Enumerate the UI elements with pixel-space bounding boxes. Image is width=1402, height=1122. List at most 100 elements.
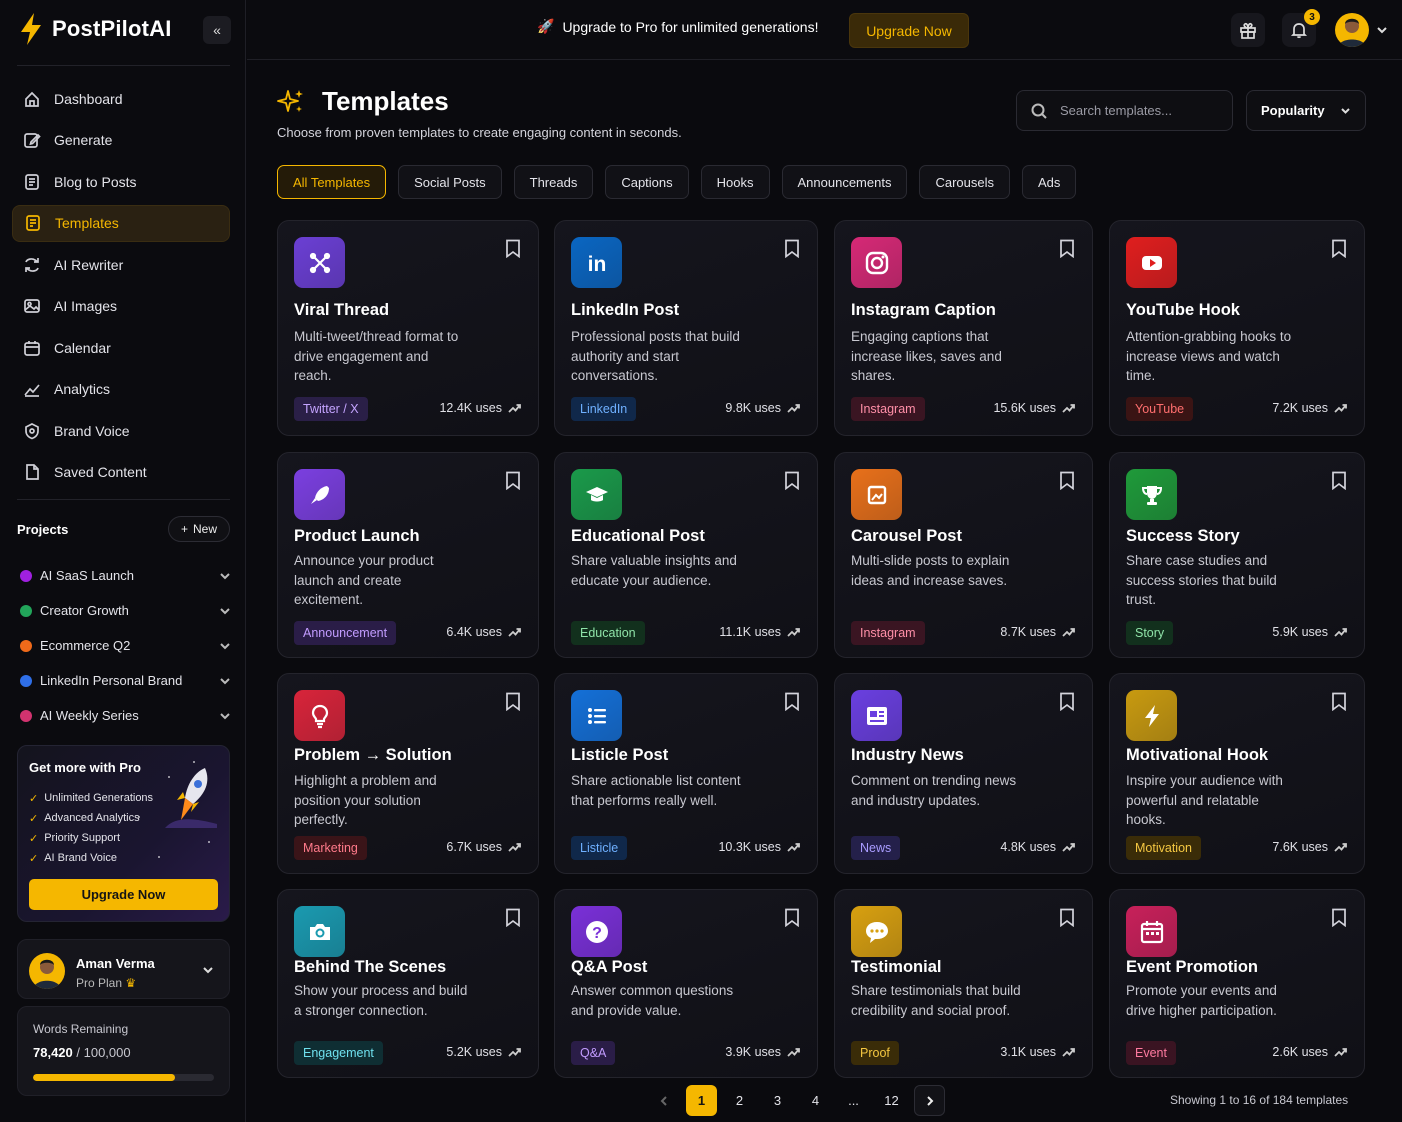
bell-icon	[1290, 23, 1308, 39]
instagram-icon	[865, 251, 888, 274]
chevron-down-icon[interactable]	[218, 709, 232, 723]
bookmark-icon[interactable]	[1059, 692, 1075, 711]
page-button[interactable]: 4	[800, 1085, 831, 1116]
user-profile-card[interactable]: Aman Verma Pro Plan ♛	[17, 939, 230, 999]
sidebar-item-saved-content[interactable]: Saved Content	[12, 454, 230, 491]
project-name: Ecommerce Q2	[40, 638, 131, 653]
page-button[interactable]: 12	[876, 1085, 907, 1116]
template-card-industry-news[interactable]: Industry News Comment on trending news an…	[834, 673, 1093, 874]
bookmark-icon[interactable]	[505, 692, 521, 711]
sidebar-item-calendar[interactable]: Calendar	[12, 329, 230, 366]
template-card-youtube-hook[interactable]: YouTube Hook Attention-grabbing hooks to …	[1109, 220, 1365, 436]
new-project-button[interactable]: + New	[167, 516, 230, 542]
template-card-success-story[interactable]: Success Story Share case studies and succ…	[1109, 452, 1365, 658]
sidebar-item-templates[interactable]: Templates	[12, 204, 230, 242]
topbar: 🚀 Upgrade to Pro for unlimited generatio…	[247, 0, 1402, 60]
template-card-listicle-post[interactable]: Listicle Post Share actionable list conte…	[554, 673, 818, 874]
project-item[interactable]: LinkedIn Personal Brand	[17, 663, 232, 698]
bookmark-icon[interactable]	[505, 239, 521, 258]
search-input[interactable]	[1060, 103, 1210, 118]
page-button[interactable]: 2	[724, 1085, 755, 1116]
template-card-q-a-post[interactable]: ? Q&A Post Answer common questions and pro…	[554, 889, 818, 1078]
tab-captions[interactable]: Captions	[605, 165, 689, 199]
sort-select[interactable]: Popularity	[1246, 90, 1366, 131]
bookmark-icon[interactable]	[784, 908, 800, 927]
sidebar-item-label: Templates	[55, 215, 119, 231]
template-icon-tile	[571, 690, 622, 741]
page-button[interactable]: 1	[686, 1085, 717, 1116]
bookmark-icon[interactable]	[784, 471, 800, 490]
template-card-motivational-hook[interactable]: Motivational Hook Inspire your audience w…	[1109, 673, 1365, 874]
chevron-down-icon[interactable]	[218, 569, 232, 583]
template-card-product-launch[interactable]: Product Launch Announce your product laun…	[277, 452, 539, 658]
analytics-icon	[24, 384, 40, 397]
chevron-down-icon[interactable]	[218, 639, 232, 653]
usage-count: 6.7K uses	[446, 840, 502, 854]
sidebar-item-generate[interactable]: Generate	[12, 122, 230, 159]
bookmark-icon[interactable]	[1059, 908, 1075, 927]
collapse-sidebar-button[interactable]: «	[203, 16, 231, 44]
bookmark-icon[interactable]	[1059, 239, 1075, 258]
sidebar-item-ai-rewriter[interactable]: AI Rewriter	[12, 246, 230, 283]
next-page-button[interactable]	[914, 1085, 945, 1116]
template-usage: 5.9K uses	[1272, 625, 1347, 639]
template-card-behind-the-scenes[interactable]: Behind The Scenes Show your process and b…	[277, 889, 539, 1078]
template-card-linkedin-post[interactable]: in LinkedIn Post Professional posts that b…	[554, 220, 818, 436]
user-avatar-icon	[1338, 18, 1366, 47]
bookmark-icon[interactable]	[505, 471, 521, 490]
logo[interactable]: PostPilotAI	[18, 12, 172, 46]
prev-page-button[interactable]	[648, 1085, 679, 1116]
check-icon: ✓	[29, 832, 39, 845]
template-card-instagram-caption[interactable]: Instagram Caption Engaging captions that …	[834, 220, 1093, 436]
bookmark-icon[interactable]	[1331, 908, 1347, 927]
sidebar-item-dashboard[interactable]: Dashboard	[12, 80, 230, 117]
gift-button[interactable]	[1231, 13, 1265, 47]
tab-threads[interactable]: Threads	[513, 165, 594, 199]
tab-ads[interactable]: Ads	[1021, 165, 1077, 199]
pro-feature-label: AI Brand Voice	[44, 852, 117, 864]
user-avatar-button[interactable]	[1335, 13, 1369, 47]
trending-up-icon	[787, 1047, 800, 1057]
bookmark-icon[interactable]	[784, 239, 800, 258]
tab-carousels[interactable]: Carousels	[919, 165, 1010, 199]
chevron-down-icon[interactable]	[218, 604, 232, 618]
bookmark-icon[interactable]	[505, 908, 521, 927]
template-card-viral-thread[interactable]: Viral Thread Multi-tweet/thread format to…	[277, 220, 539, 436]
project-item[interactable]: Creator Growth	[17, 593, 232, 628]
bookmark-icon[interactable]	[1331, 239, 1347, 258]
template-icon-tile: ?	[571, 906, 622, 957]
template-title: Event Promotion	[1126, 958, 1259, 976]
sidebar-item-ai-images[interactable]: AI Images	[12, 288, 230, 325]
template-title: Success Story	[1126, 527, 1240, 545]
bookmark-icon[interactable]	[1331, 471, 1347, 490]
notifications-button[interactable]: 3	[1282, 9, 1320, 47]
project-item[interactable]: AI SaaS Launch	[17, 558, 232, 593]
project-item[interactable]: AI Weekly Series	[17, 698, 232, 733]
upgrade-now-top-button[interactable]: Upgrade Now	[849, 13, 969, 48]
tab-hooks[interactable]: Hooks	[700, 165, 770, 199]
search-box[interactable]	[1016, 90, 1233, 131]
page-button[interactable]: 3	[762, 1085, 793, 1116]
sidebar-item-blog-to-posts[interactable]: Blog to Posts	[12, 163, 230, 200]
template-card-event-promotion[interactable]: Event Promotion Promote your events and d…	[1109, 889, 1365, 1078]
pro-feature: ✓ Advanced Analytics	[29, 808, 153, 828]
upgrade-now-button[interactable]: Upgrade Now	[29, 879, 218, 910]
chevron-down-icon[interactable]	[1375, 23, 1389, 37]
bookmark-icon[interactable]	[1331, 692, 1347, 711]
chevron-down-icon[interactable]	[218, 674, 232, 688]
trending-up-icon	[508, 403, 521, 413]
template-title: Listicle Post	[571, 746, 669, 764]
sidebar-item-analytics[interactable]: Analytics	[12, 371, 230, 408]
tab-social-posts[interactable]: Social Posts	[398, 165, 502, 199]
bookmark-icon[interactable]	[1059, 471, 1075, 490]
tab-all-templates[interactable]: All Templates	[277, 165, 387, 199]
tab-announcements[interactable]: Announcements	[781, 165, 908, 199]
sidebar-item-brand-voice[interactable]: Brand Voice	[12, 412, 230, 449]
template-card-carousel-post[interactable]: Carousel Post Multi-slide posts to explai…	[834, 452, 1093, 658]
template-card-educational-post[interactable]: Educational Post Share valuable insights …	[554, 452, 818, 658]
template-card-testimonial[interactable]: Testimonial Share testimonials that build…	[834, 889, 1093, 1078]
project-name: Creator Growth	[40, 603, 129, 618]
project-item[interactable]: Ecommerce Q2	[17, 628, 232, 663]
template-card-problem-solution[interactable]: Problem → Solution Highlight a problem an…	[277, 673, 539, 874]
bookmark-icon[interactable]	[784, 692, 800, 711]
